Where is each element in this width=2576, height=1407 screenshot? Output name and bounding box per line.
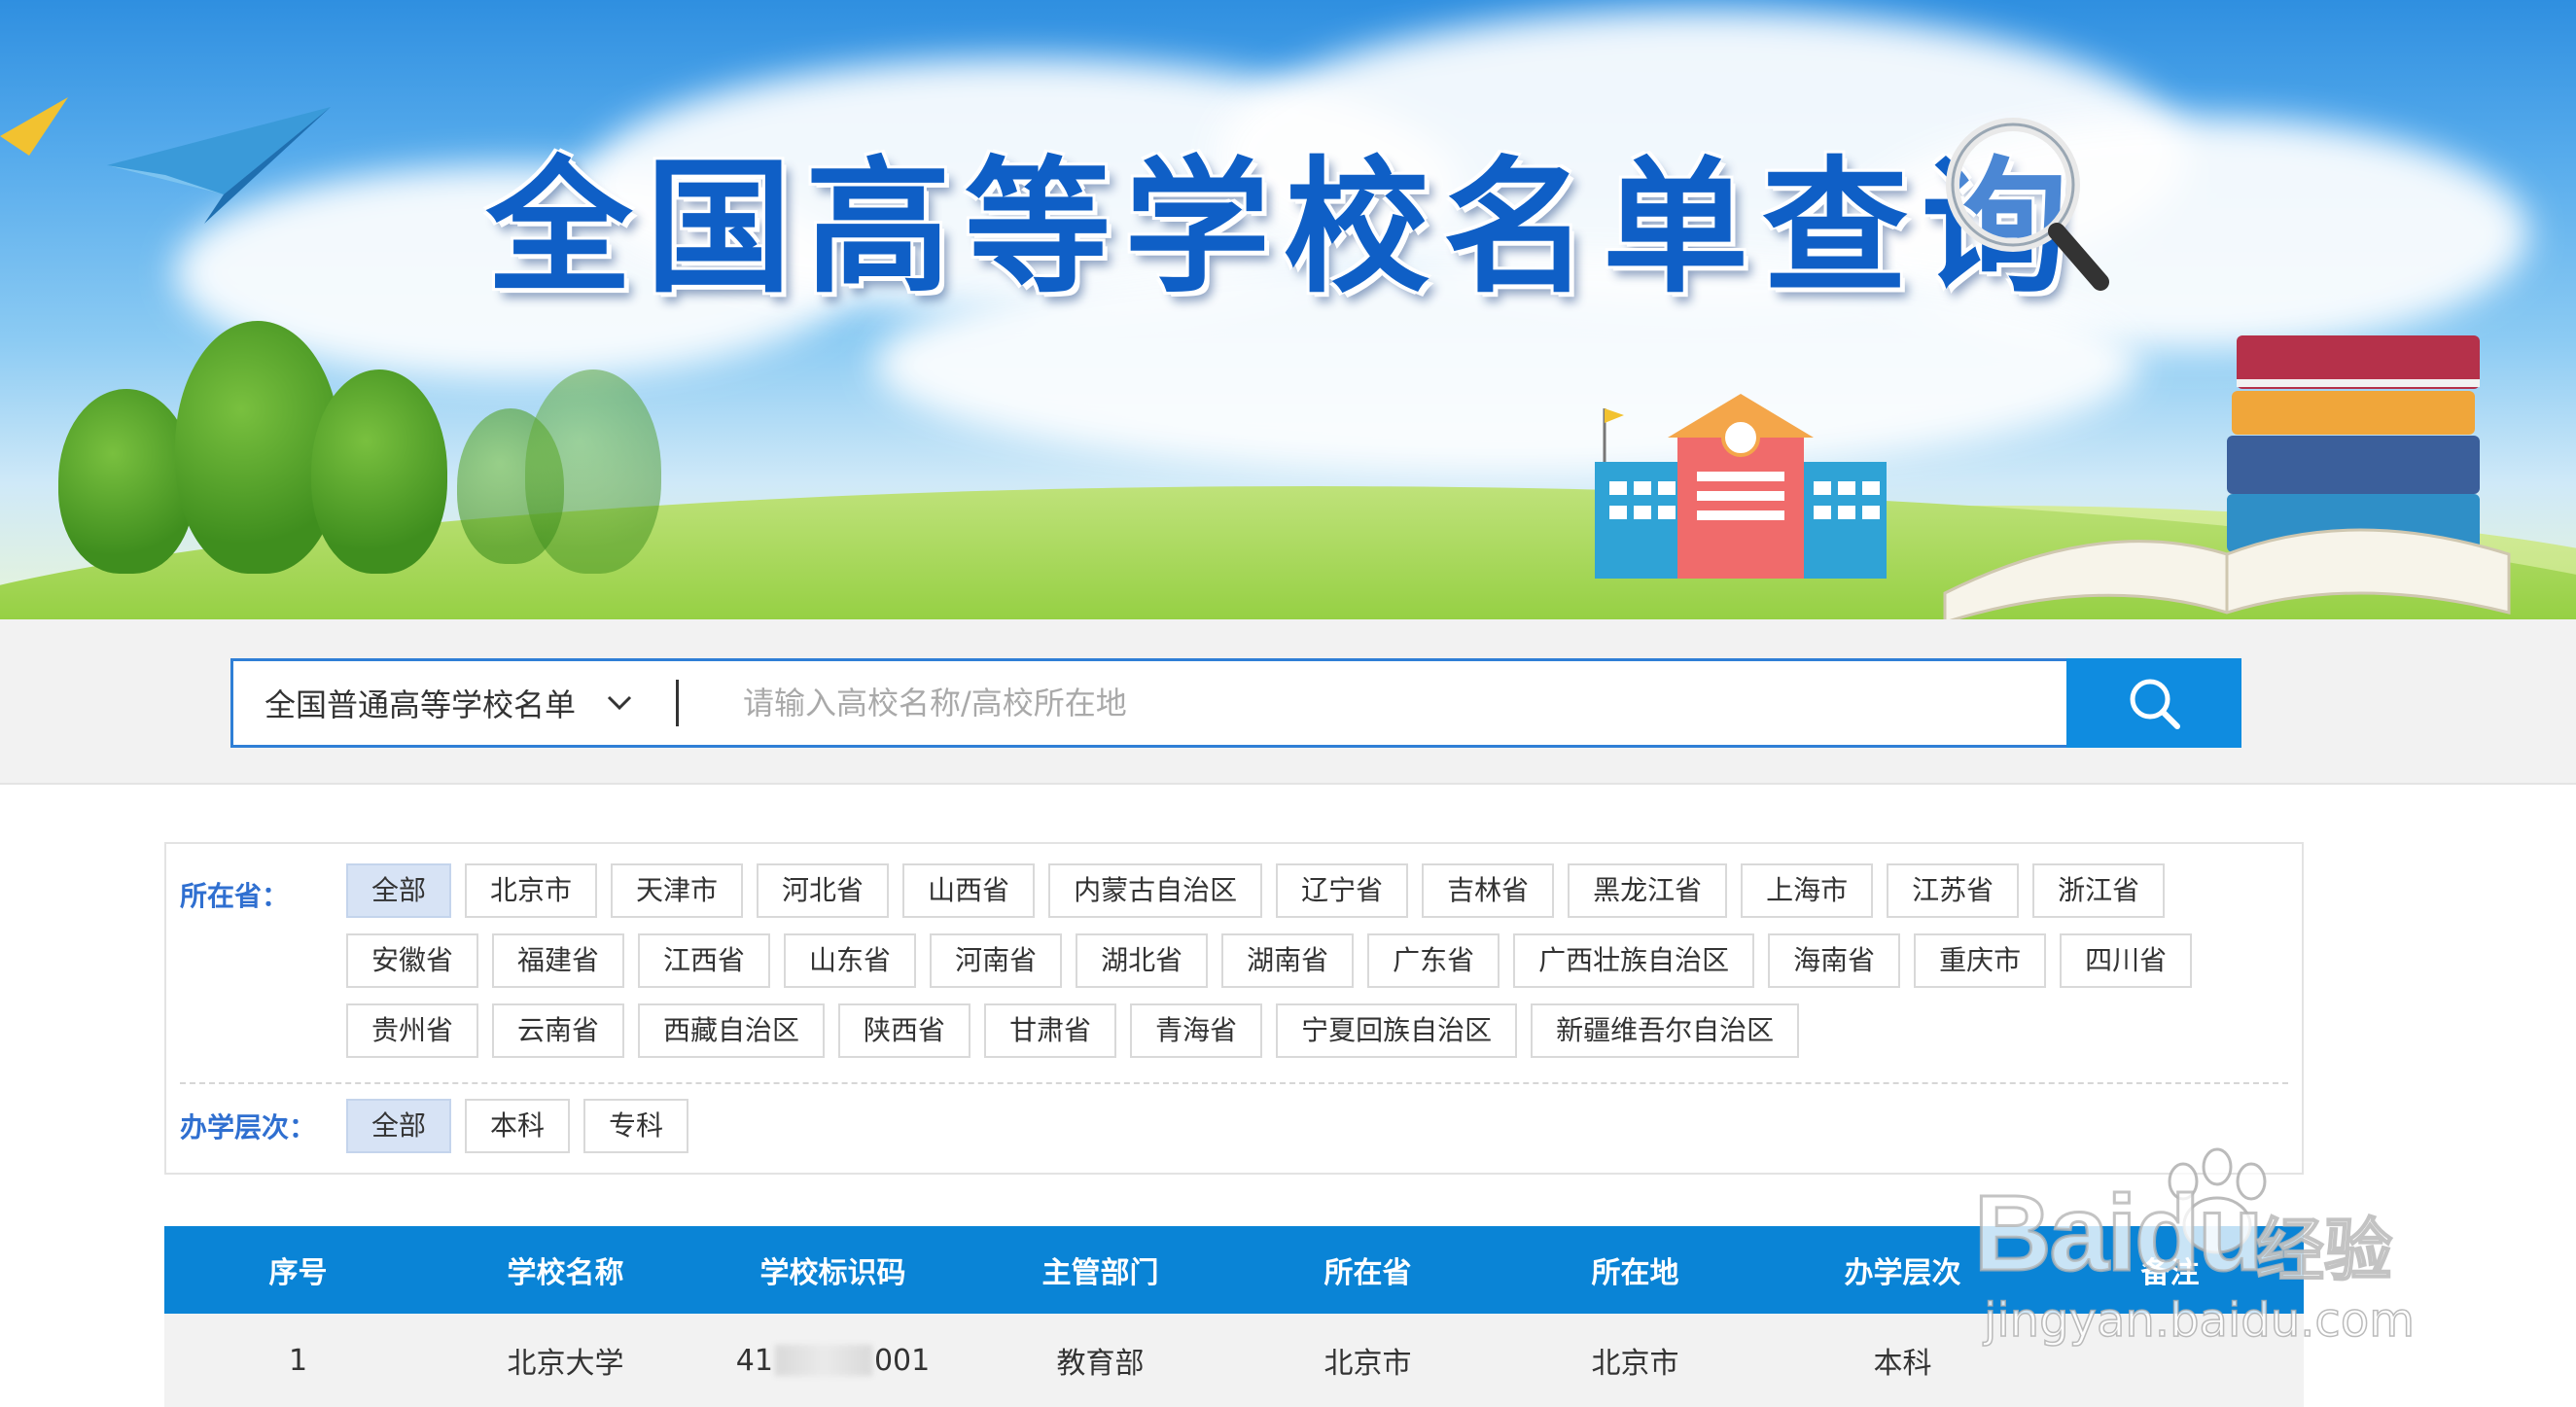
paper-plane-icon [107, 107, 331, 224]
column-header: 学校标识码 [759, 1256, 906, 1290]
table-cell-index: 1 [288, 1343, 308, 1378]
province-tag[interactable]: 广东省 [1367, 933, 1500, 988]
redacted-blur [774, 1345, 872, 1376]
table-cell-name: 北京大学 [507, 1347, 624, 1381]
province-tag[interactable]: 上海市 [1741, 863, 1874, 918]
magnifier-icon [1946, 118, 2109, 291]
province-tag[interactable]: 江西省 [638, 933, 771, 988]
table-cell-city: 北京市 [1591, 1347, 1679, 1381]
province-filter-label: 所在省： [180, 880, 290, 912]
province-tag[interactable]: 湖南省 [1221, 933, 1355, 988]
province-tag[interactable]: 山东省 [784, 933, 917, 988]
province-tag[interactable]: 四川省 [2060, 933, 2193, 988]
province-tag[interactable]: 宁夏回族自治区 [1276, 1003, 1518, 1058]
province-tag[interactable]: 重庆市 [1914, 933, 2047, 988]
column-header: 序号 [268, 1256, 328, 1290]
watermark-brand: Baidu [1972, 1173, 2265, 1295]
header-banner: 全国高等学校名单查询 [0, 0, 2576, 619]
column-header: 主管部门 [1041, 1256, 1159, 1290]
level-tag[interactable]: 专科 [583, 1099, 689, 1153]
chevron-down-icon [607, 695, 632, 711]
list-type-select-label: 全国普通高等学校名单 [265, 686, 577, 723]
province-tags: 全部 北京市 天津市 河北省 山西省 内蒙古自治区 辽宁省 吉林省 黑龙江省 上海市 江苏省 浙江省安… [346, 863, 2282, 1073]
table-cell-dept: 教育部 [1056, 1347, 1145, 1381]
province-tag[interactable]: 江苏省 [1887, 863, 2020, 918]
table-cell-province: 北京市 [1323, 1347, 1412, 1381]
province-tag[interactable]: 福建省 [492, 933, 625, 988]
list-type-select[interactable]: 全国普通高等学校名单 [233, 661, 676, 745]
baidu-watermark: Baidu 经验 jingyan.baidu.com [1972, 1143, 2460, 1356]
watermark-cn: 经验 [2255, 1210, 2393, 1291]
books-icon [1943, 335, 2511, 619]
level-filter-label: 办学层次： [180, 1111, 317, 1143]
province-tag[interactable]: 新疆维吾尔自治区 [1531, 1003, 1800, 1058]
province-tag[interactable]: 吉林省 [1422, 863, 1555, 918]
school-building-icon [1595, 394, 1887, 579]
province-tag[interactable]: 河南省 [930, 933, 1063, 988]
province-tag[interactable]: 山西省 [902, 863, 1036, 918]
province-tag[interactable]: 云南省 [492, 1003, 625, 1058]
province-tag[interactable]: 西藏自治区 [638, 1003, 826, 1058]
province-tag[interactable]: 河北省 [757, 863, 890, 918]
search-bar-area: 全国普通高等学校名单 [0, 619, 2576, 785]
province-tag[interactable]: 安徽省 [346, 933, 479, 988]
search-box: 全国普通高等学校名单 [230, 658, 2241, 748]
watermark-url: jingyan.baidu.com [1983, 1292, 2415, 1349]
level-tag[interactable]: 全部 [346, 1099, 452, 1153]
province-tag[interactable]: 北京市 [465, 863, 598, 918]
province-tag[interactable]: 湖北省 [1076, 933, 1209, 988]
search-input[interactable] [679, 661, 2239, 745]
province-tag[interactable]: 全部 [346, 863, 452, 918]
column-header: 学校名称 [507, 1256, 624, 1290]
province-tag[interactable]: 陕西省 [838, 1003, 971, 1058]
province-tag[interactable]: 内蒙古自治区 [1048, 863, 1263, 918]
search-icon [2130, 679, 2180, 729]
paper-plane-icon [0, 97, 68, 156]
page-title: 全国高等学校名单查询 [486, 144, 2082, 313]
filter-panel: 所在省： 全部 北京市 天津市 河北省 山西省 内蒙古自治区 辽宁省 吉林省 黑龙江省 上海市 江苏… [164, 842, 2304, 1175]
level-tag[interactable]: 本科 [465, 1099, 571, 1153]
province-tag[interactable]: 青海省 [1130, 1003, 1263, 1058]
province-tag[interactable]: 海南省 [1768, 933, 1901, 988]
filter-divider [180, 1082, 2288, 1084]
column-header: 所在省 [1323, 1256, 1412, 1290]
province-tag[interactable]: 浙江省 [2032, 863, 2166, 918]
search-button[interactable] [2066, 658, 2241, 748]
column-header: 所在地 [1591, 1256, 1679, 1290]
province-tag[interactable]: 广西壮族自治区 [1513, 933, 1755, 988]
province-tag[interactable]: 黑龙江省 [1568, 863, 1728, 918]
table-cell-code: 41 001 [735, 1343, 931, 1378]
province-tag[interactable]: 贵州省 [346, 1003, 479, 1058]
province-tag[interactable]: 甘肃省 [984, 1003, 1117, 1058]
province-tag[interactable]: 天津市 [611, 863, 744, 918]
province-tag[interactable]: 辽宁省 [1276, 863, 1409, 918]
